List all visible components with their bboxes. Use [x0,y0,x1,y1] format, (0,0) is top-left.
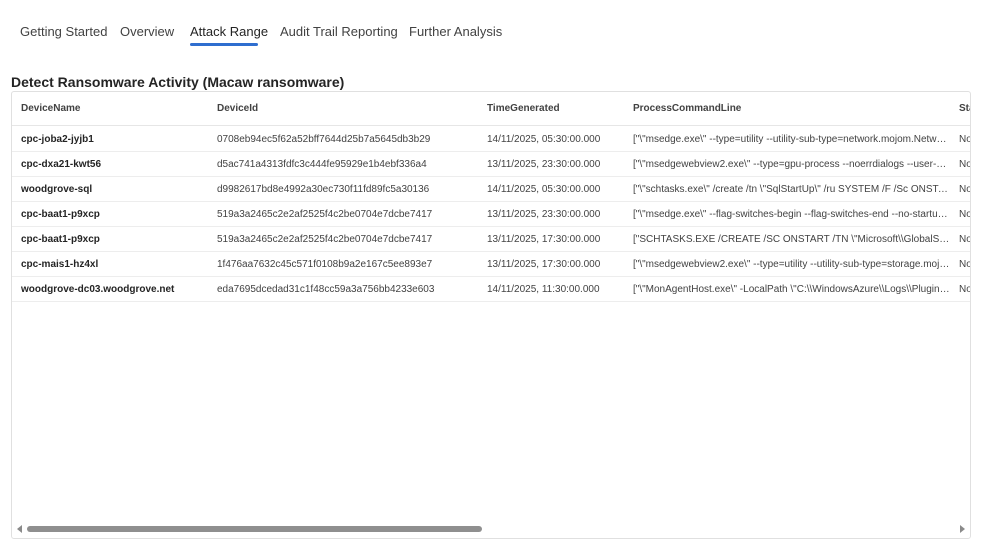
cell-timegenerated: 13/11/2025, 23:30:00.000 [478,151,624,177]
horizontal-scrollbar[interactable] [12,522,970,538]
cell-devicename: woodgrove-sql [12,176,208,202]
cell-timegenerated: 13/11/2025, 17:30:00.000 [478,251,624,277]
table-row[interactable]: cpc-baat1-p9xcp 519a3a2465c2e2af2525f4c2… [12,226,970,252]
table-row[interactable]: cpc-dxa21-kwt56 d5ac741a4313fdfc3c444fe9… [12,151,970,177]
cell-status: No [950,127,970,152]
triangle-left-icon[interactable] [17,525,22,533]
table-header-row: DeviceName DeviceId TimeGenerated Proces… [12,92,970,126]
cell-processcommandline: ["\"msedge.exe\" --flag-switches-begin -… [624,201,950,227]
tab-attack-range[interactable]: Attack Range [190,24,268,40]
cell-timegenerated: 14/11/2025, 11:30:00.000 [478,276,624,302]
triangle-right-icon[interactable] [960,525,965,533]
table-row[interactable]: cpc-joba2-jyjb1 0708eb94ec5f62a52bff7644… [12,127,970,152]
cell-deviceid: 519a3a2465c2e2af2525f4c2be0704e7dcbe7417 [208,201,478,227]
tab-bar: Getting Started Overview Attack Range Au… [0,0,999,50]
results-table: DeviceName DeviceId TimeGenerated Proces… [12,92,970,302]
column-header-devicename[interactable]: DeviceName [12,92,208,126]
cell-deviceid: 519a3a2465c2e2af2525f4c2be0704e7dcbe7417 [208,226,478,252]
cell-status: No [950,176,970,202]
cell-devicename: cpc-baat1-p9xcp [12,201,208,227]
column-header-status[interactable]: Sta [950,92,970,126]
tab-further-analysis[interactable]: Further Analysis [409,24,502,40]
scrollbar-thumb[interactable] [27,526,482,532]
cell-devicename: cpc-dxa21-kwt56 [12,151,208,177]
cell-timegenerated: 14/11/2025, 05:30:00.000 [478,127,624,152]
column-header-timegenerated[interactable]: TimeGenerated [478,92,624,126]
cell-deviceid: d5ac741a4313fdfc3c444fe95929e1b4ebf336a4 [208,151,478,177]
table-row[interactable]: cpc-baat1-p9xcp 519a3a2465c2e2af2525f4c2… [12,201,970,227]
tab-audit-trail-reporting[interactable]: Audit Trail Reporting [280,24,398,40]
cell-deviceid: 0708eb94ec5f62a52bff7644d25b7a5645db3b29 [208,127,478,152]
section-title: Detect Ransomware Activity (Macaw ransom… [11,74,345,90]
grid-viewport: DeviceName DeviceId TimeGenerated Proces… [12,92,970,522]
tab-getting-started[interactable]: Getting Started [20,24,107,40]
active-tab-indicator [190,43,258,46]
table-row[interactable]: woodgrove-sql d9982617bd8e4992a30ec730f1… [12,176,970,202]
column-header-deviceid[interactable]: DeviceId [208,92,478,126]
cell-status: No [950,201,970,227]
table-row[interactable]: woodgrove-dc03.woodgrove.net eda7695dced… [12,276,970,302]
cell-deviceid: 1f476aa7632c45c571f0108b9a2e167c5ee893e7 [208,251,478,277]
cell-processcommandline: ["\"msedge.exe\" --type=utility --utilit… [624,127,950,152]
cell-processcommandline: ["SCHTASKS.EXE /CREATE /SC ONSTART /TN \… [624,226,950,252]
cell-deviceid: d9982617bd8e4992a30ec730f11fd89fc5a30136 [208,176,478,202]
cell-status: No [950,276,970,302]
table-row[interactable]: cpc-mais1-hz4xl 1f476aa7632c45c571f0108b… [12,251,970,277]
cell-deviceid: eda7695dcedad31c1f48cc59a3a756bb4233e603 [208,276,478,302]
tab-overview[interactable]: Overview [120,24,174,40]
results-grid: DeviceName DeviceId TimeGenerated Proces… [11,91,971,539]
cell-processcommandline: ["\"MonAgentHost.exe\" -LocalPath \"C:\\… [624,276,950,302]
cell-devicename: cpc-joba2-jyjb1 [12,127,208,152]
cell-timegenerated: 14/11/2025, 05:30:00.000 [478,176,624,202]
cell-processcommandline: ["\"schtasks.exe\" /create /tn \"SqlStar… [624,176,950,202]
cell-status: No [950,251,970,277]
cell-status: No [950,226,970,252]
cell-timegenerated: 13/11/2025, 23:30:00.000 [478,201,624,227]
cell-processcommandline: ["\"msedgewebview2.exe\" --type=utility … [624,251,950,277]
cell-processcommandline: ["\"msedgewebview2.exe\" --type=gpu-proc… [624,151,950,177]
cell-timegenerated: 13/11/2025, 17:30:00.000 [478,226,624,252]
column-header-processcommandline[interactable]: ProcessCommandLine [624,92,950,126]
cell-devicename: cpc-baat1-p9xcp [12,226,208,252]
cell-devicename: woodgrove-dc03.woodgrove.net [12,276,208,302]
cell-devicename: cpc-mais1-hz4xl [12,251,208,277]
cell-status: No [950,151,970,177]
